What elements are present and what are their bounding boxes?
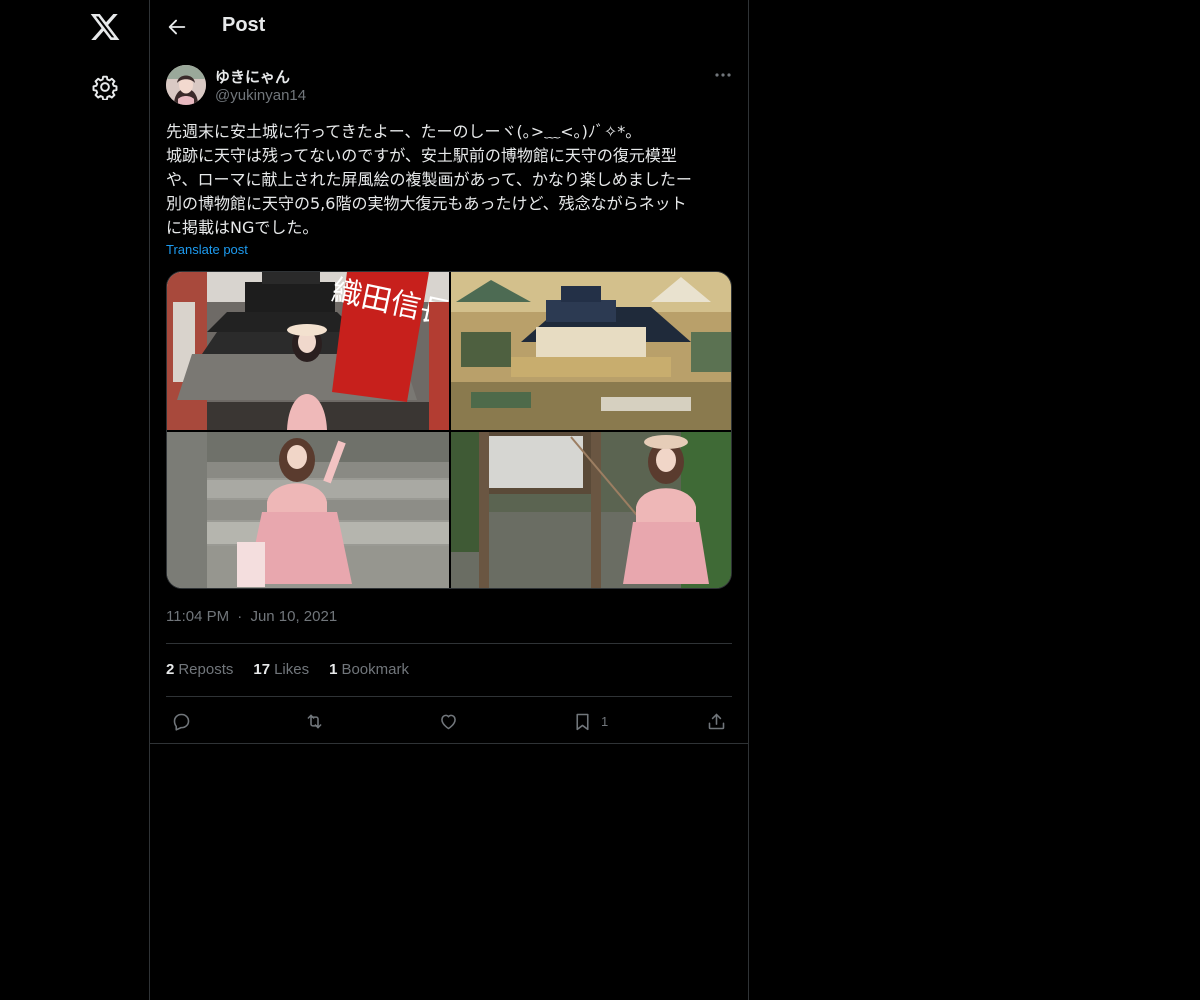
page-title: Post [222, 14, 266, 36]
post-body-text: 先週末に安土城に行ってきたよー、たーのしーヾ(｡>﹏<｡)ﾉﾞ✧*。 城跡に天守… [166, 120, 732, 240]
avatar[interactable] [166, 65, 206, 105]
bookmarks-label: Bookmark [341, 661, 409, 678]
divider [166, 696, 732, 697]
media-grid: 織田信長 [166, 271, 732, 589]
share-icon [708, 713, 725, 729]
bookmark-count: 1 [601, 713, 609, 729]
reply-icon [173, 713, 190, 731]
share-button[interactable] [706, 706, 727, 736]
translate-post-link[interactable]: Translate post [166, 242, 248, 257]
post-detail-column: Post ゆきにゃん @yukinyan14 先週末に安土城に行ってきたよー、た… [149, 0, 749, 1000]
bookmark-button[interactable]: 1 [572, 706, 608, 736]
x-logo-icon[interactable] [89, 11, 121, 43]
bookmark-icon [576, 713, 589, 730]
post-text-line: や、ローマに献上された屏風絵の複製画があって、かなり楽しめましたー [166, 170, 692, 189]
reposts-count: 2 [166, 661, 175, 678]
reply-button[interactable] [171, 706, 192, 736]
post-date: Jun 10, 2021 [250, 608, 338, 625]
more-options-icon[interactable] [714, 64, 732, 86]
photo-folding-screen[interactable] [451, 272, 731, 430]
post-text-line: 城跡に天守は残ってないのですが、安土駅前の博物館に天守の復元模型 [166, 146, 677, 165]
engagement-stats: 2 Reposts 17 Likes 1 Bookmark [166, 661, 409, 678]
reposts-label: Reposts [178, 661, 234, 678]
photo-stone-stairs[interactable] [167, 432, 449, 588]
photo-signboard[interactable] [451, 432, 731, 588]
like-button[interactable] [438, 706, 459, 736]
timestamp-separator: · [237, 608, 243, 625]
heart-icon [441, 714, 456, 729]
user-handle[interactable]: @yukinyan14 [215, 87, 306, 104]
post-text-line: に掲載はNGでした。 [166, 218, 319, 237]
bookmarks-stat[interactable]: 1 Bookmark [329, 661, 409, 678]
post-header: Post [150, 0, 748, 54]
likes-count: 17 [253, 661, 271, 678]
display-name[interactable]: ゆきにゃん [215, 66, 290, 87]
bookmarks-count: 1 [329, 661, 338, 678]
post-text-line: 別の博物館に天守の5,6階の実物大復元もあったけど、残念ながらネット [166, 194, 687, 213]
post-timestamp[interactable]: 11:04 PM · Jun 10, 2021 [166, 608, 341, 625]
post-action-bar: 1 [166, 706, 732, 736]
photo-castle-model[interactable]: 織田信長 [167, 272, 449, 430]
reposts-stat[interactable]: 2 Reposts [166, 661, 233, 678]
divider [166, 643, 732, 644]
likes-label: Likes [274, 661, 310, 678]
repost-icon [307, 714, 322, 728]
left-nav-rail [0, 0, 150, 1000]
back-arrow-icon[interactable] [166, 16, 188, 38]
post-time: 11:04 PM [166, 608, 230, 625]
settings-gear-icon[interactable] [92, 74, 118, 101]
repost-button[interactable] [304, 706, 325, 736]
post-author: ゆきにゃん @yukinyan14 [166, 64, 732, 106]
divider [150, 743, 748, 744]
likes-stat[interactable]: 17 Likes [253, 661, 309, 678]
post-text-line: 先週末に安土城に行ってきたよー、たーのしーヾ(｡>﹏<｡)ﾉﾞ✧*。 [166, 122, 642, 141]
